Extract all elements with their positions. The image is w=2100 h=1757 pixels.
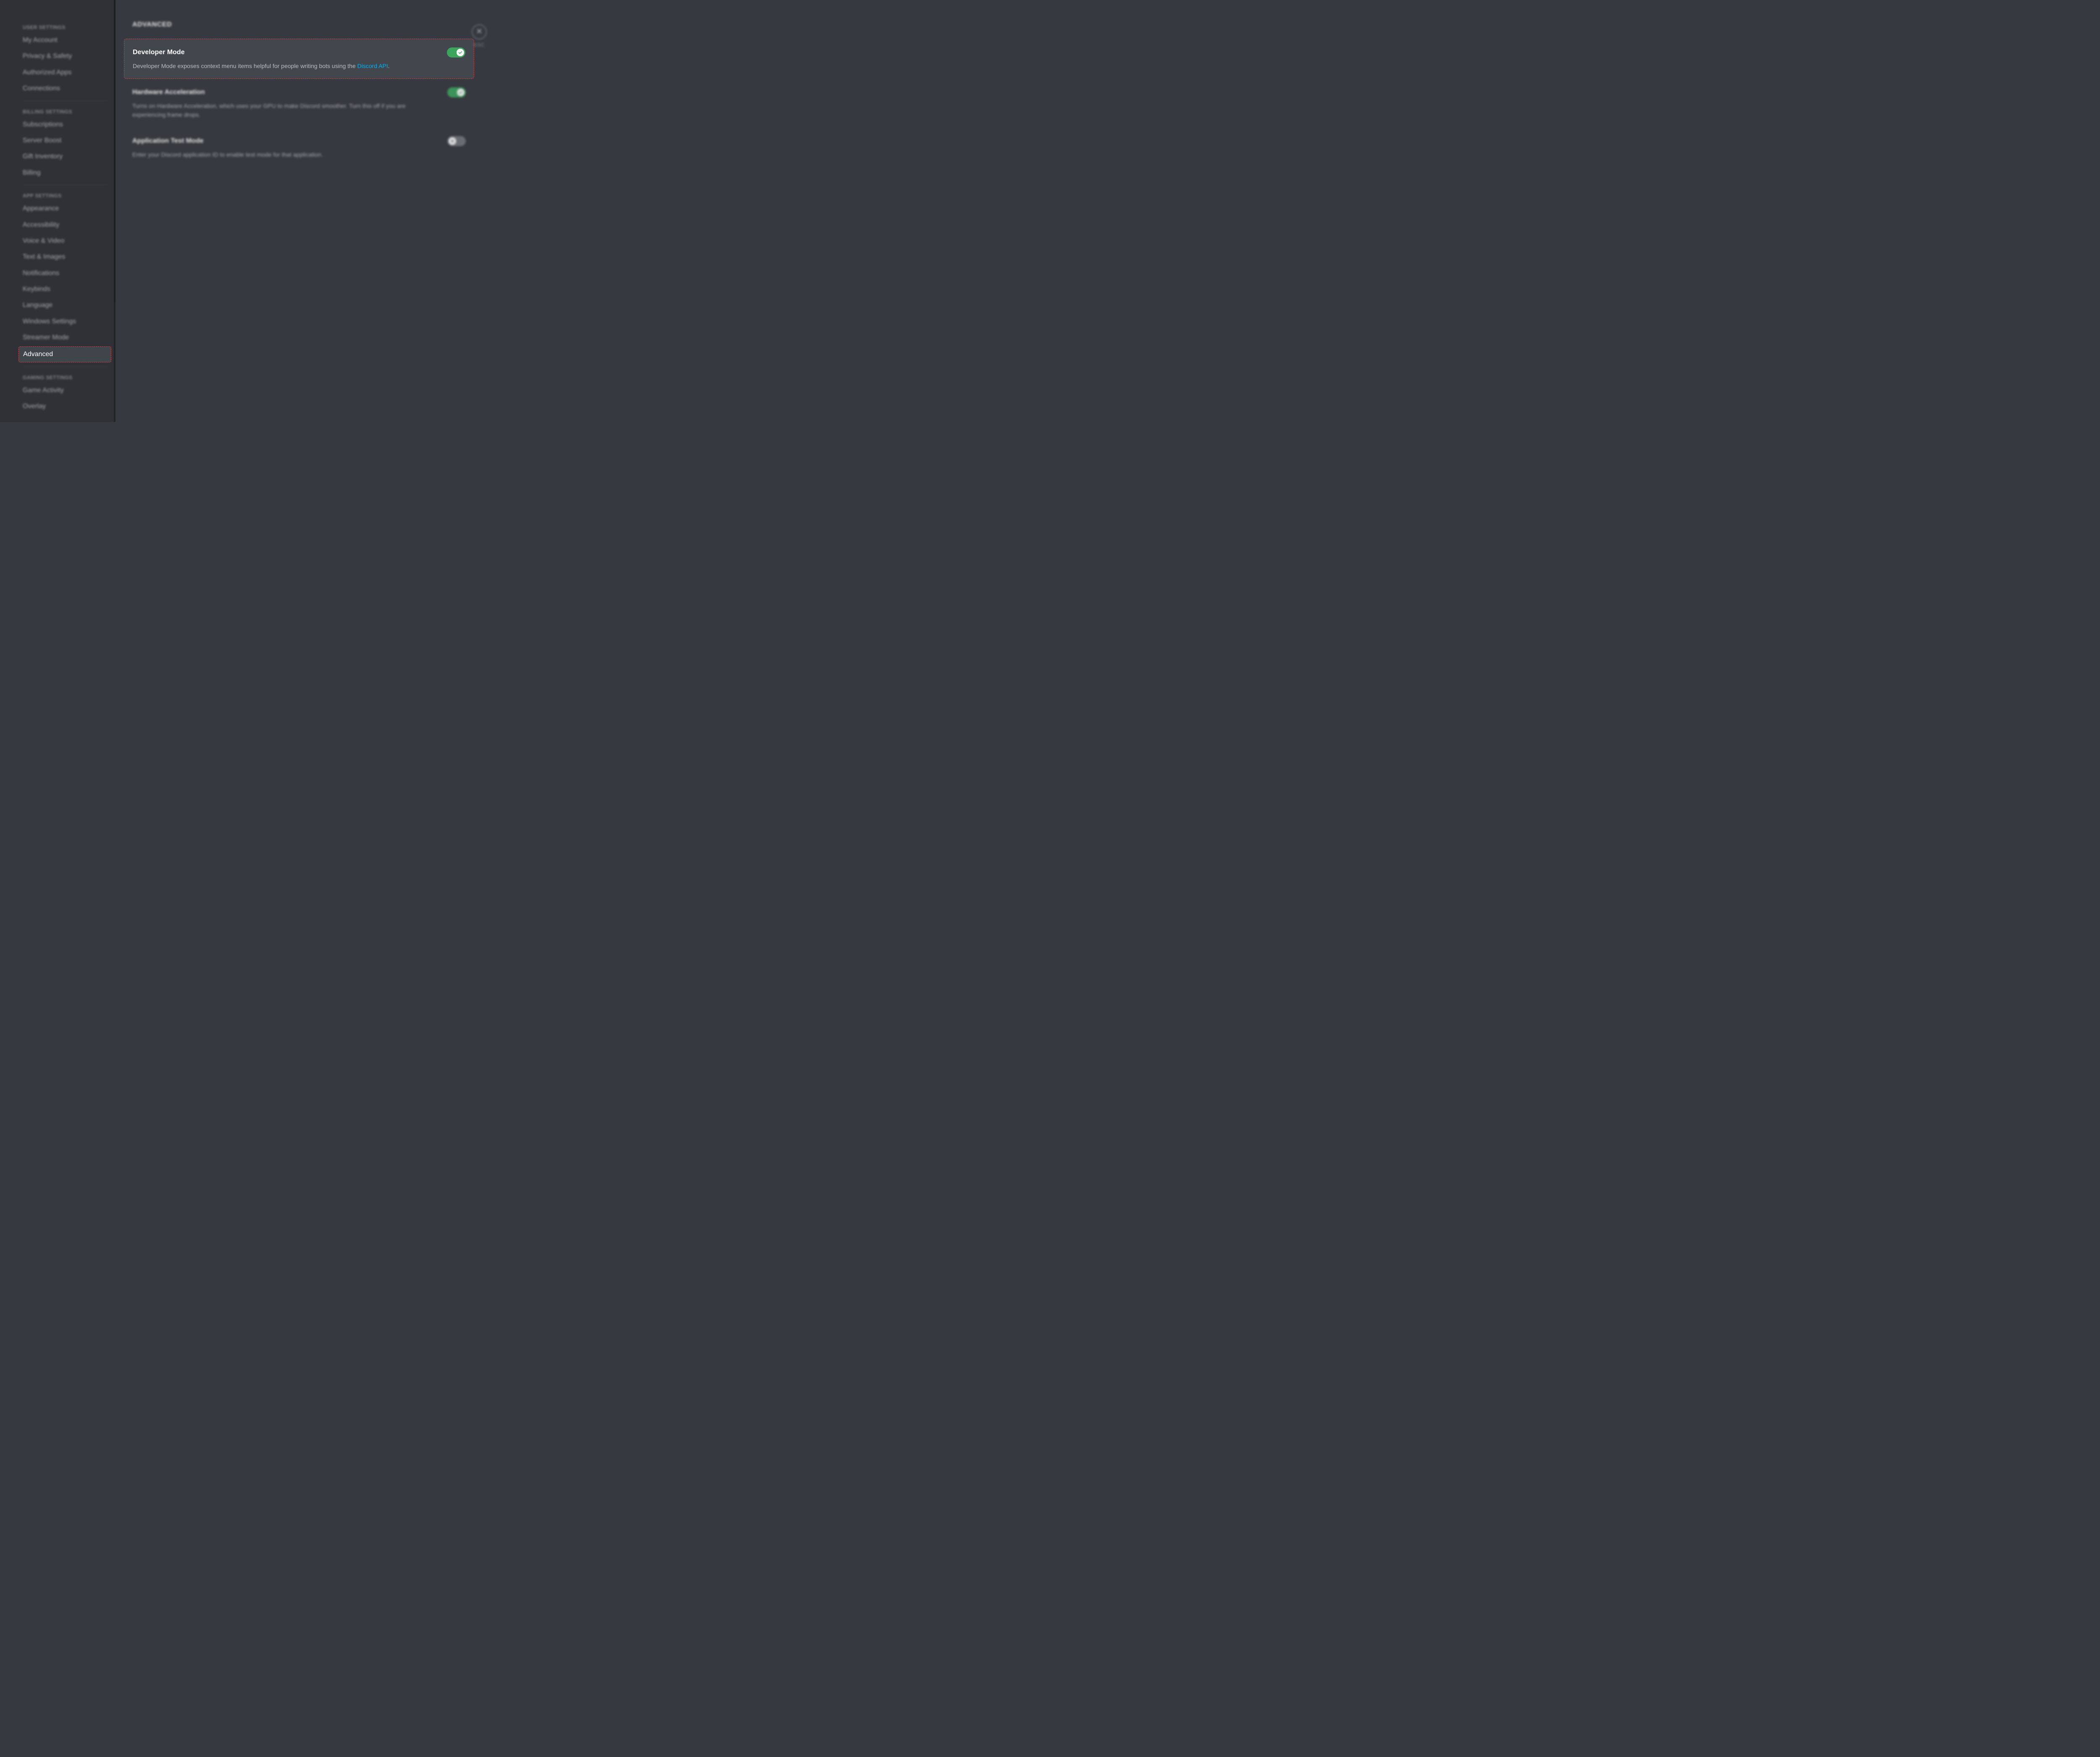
sidebar-item-billing[interactable]: Billing bbox=[18, 165, 111, 181]
sidebar-item-my-account[interactable]: My Account bbox=[18, 33, 111, 48]
discord-api-link[interactable]: Discord API bbox=[357, 63, 388, 69]
sidebar-item-privacy-safety[interactable]: Privacy & Safety bbox=[18, 49, 111, 64]
x-icon bbox=[449, 137, 456, 145]
sidebar-item-overlay[interactable]: Overlay bbox=[18, 399, 111, 414]
sidebar-item-language[interactable]: Language bbox=[18, 298, 111, 313]
sidebar-item-authorized-apps[interactable]: Authorized Apps bbox=[18, 65, 111, 80]
sidebar-item-server-boost[interactable]: Server Boost bbox=[18, 133, 111, 148]
main-content: ADVANCED Developer Mode Developer Mode e… bbox=[116, 0, 499, 422]
sidebar-item-appearance[interactable]: Appearance bbox=[18, 201, 111, 216]
sidebar-item-connections[interactable]: Connections bbox=[18, 81, 111, 96]
sidebar-item-streamer-mode[interactable]: Streamer Mode bbox=[18, 330, 111, 345]
setting-application-test-mode-description: Enter your Discord application ID to ena… bbox=[132, 150, 426, 159]
sidebar-item-notifications[interactable]: Notifications bbox=[18, 266, 111, 281]
setting-developer-mode-description: Developer Mode exposes context menu item… bbox=[133, 62, 427, 70]
sidebar-item-advanced[interactable]: Advanced bbox=[18, 346, 111, 362]
sidebar-header-user-settings: USER SETTINGS bbox=[18, 21, 111, 33]
sidebar-item-windows-settings[interactable]: Windows Settings bbox=[18, 314, 111, 329]
toggle-hardware-acceleration[interactable] bbox=[447, 87, 466, 97]
setting-hardware-acceleration-description: Turns on Hardware Acceleration, which us… bbox=[132, 102, 426, 119]
setting-application-test-mode-title: Application Test Mode bbox=[132, 137, 203, 145]
setting-application-test-mode: Application Test Mode Enter your Discord… bbox=[124, 128, 474, 167]
close-icon bbox=[475, 27, 483, 37]
setting-developer-mode-title: Developer Mode bbox=[133, 49, 185, 56]
sidebar-header-app-settings: APP SETTINGS bbox=[18, 189, 111, 201]
sidebar-item-gift-inventory[interactable]: Gift Inventory bbox=[18, 149, 111, 164]
setting-developer-mode: Developer Mode Developer Mode exposes co… bbox=[124, 39, 474, 79]
toggle-application-test-mode[interactable] bbox=[447, 136, 466, 146]
page-title: ADVANCED bbox=[132, 21, 483, 29]
sidebar-header-gaming-settings: GAMING SETTINGS bbox=[18, 371, 111, 383]
setting-hardware-acceleration: Hardware Acceleration Turns on Hardware … bbox=[124, 79, 474, 127]
sidebar-item-keybinds[interactable]: Keybinds bbox=[18, 282, 111, 297]
sidebar-item-voice-video[interactable]: Voice & Video bbox=[18, 233, 111, 249]
sidebar-item-text-images[interactable]: Text & Images bbox=[18, 249, 111, 265]
check-icon bbox=[457, 89, 465, 96]
sidebar-item-subscriptions[interactable]: Subscriptions bbox=[18, 117, 111, 132]
setting-hardware-acceleration-title: Hardware Acceleration bbox=[132, 89, 205, 96]
sidebar-header-billing-settings: BILLING SETTINGS bbox=[18, 105, 111, 117]
check-icon bbox=[457, 49, 464, 56]
close-label: ESC bbox=[474, 42, 485, 48]
sidebar-item-game-activity[interactable]: Game Activity bbox=[18, 383, 111, 398]
close-button[interactable] bbox=[472, 24, 487, 39]
toggle-developer-mode[interactable] bbox=[447, 47, 465, 58]
settings-sidebar: USER SETTINGS My Account Privacy & Safet… bbox=[0, 0, 116, 422]
sidebar-item-accessibility[interactable]: Accessibility bbox=[18, 218, 111, 233]
